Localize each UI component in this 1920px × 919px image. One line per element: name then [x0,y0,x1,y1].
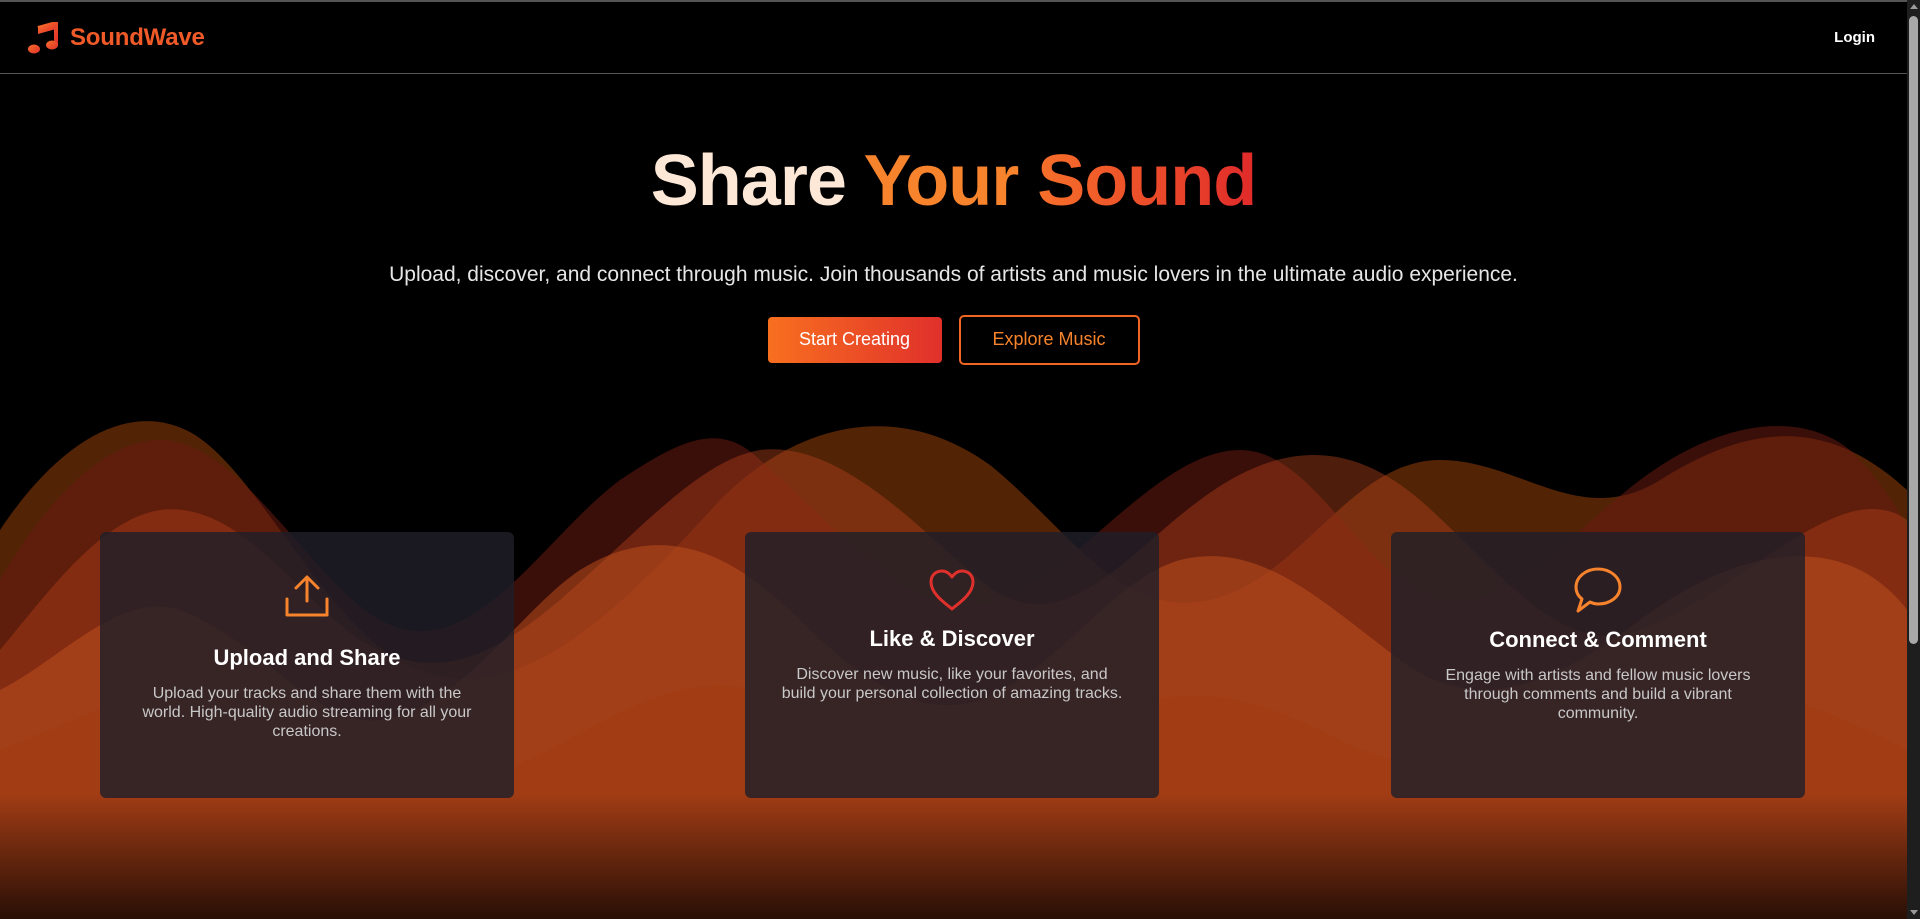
hero-title: Share Your Sound [0,140,1907,223]
feature-card-connect: Connect & Comment Engage with artists an… [1391,532,1805,798]
feature-card-discover: Like & Discover Discover new music, like… [745,532,1159,798]
hero-subtitle: Upload, discover, and connect through mu… [389,262,1518,286]
feature-card-upload: Upload and Share Upload your tracks and … [100,532,514,798]
feature-title: Upload and Share [213,645,401,670]
feature-title: Like & Discover [869,626,1035,651]
feature-description: Discover new music, like your favorites,… [781,666,1123,702]
scroll-up-arrow-icon[interactable] [1910,4,1918,9]
feature-title: Connect & Comment [1489,627,1707,652]
start-creating-button[interactable]: Start Creating [767,316,942,363]
page-scrollbar[interactable] [1907,0,1920,919]
upload-icon [285,575,329,617]
hero-title-word-3: Sound [1037,141,1257,221]
explore-music-button[interactable]: Explore Music [958,314,1140,365]
scrollbar-thumb[interactable] [1909,16,1918,644]
music-note-icon [28,21,58,53]
site-header: SoundWave Login [0,2,1907,74]
login-link[interactable]: Login [1834,29,1875,46]
chat-bubble-icon [1574,567,1622,613]
scroll-down-arrow-icon[interactable] [1910,910,1918,915]
brand-logo-link[interactable]: SoundWave [28,21,205,54]
hero-cta-group: Start Creating Explore Music [0,314,1907,365]
brand-name: SoundWave [70,23,205,51]
hero-title-word-1: Share [650,141,847,221]
heart-icon [929,569,975,611]
feature-description: Engage with artists and fellow music lov… [1445,667,1751,722]
hero-title-word-2: Your [863,141,1020,221]
feature-description: Upload your tracks and share them with t… [142,685,472,740]
hero-section: Share Your Sound Upload, discover, and c… [0,74,1907,365]
